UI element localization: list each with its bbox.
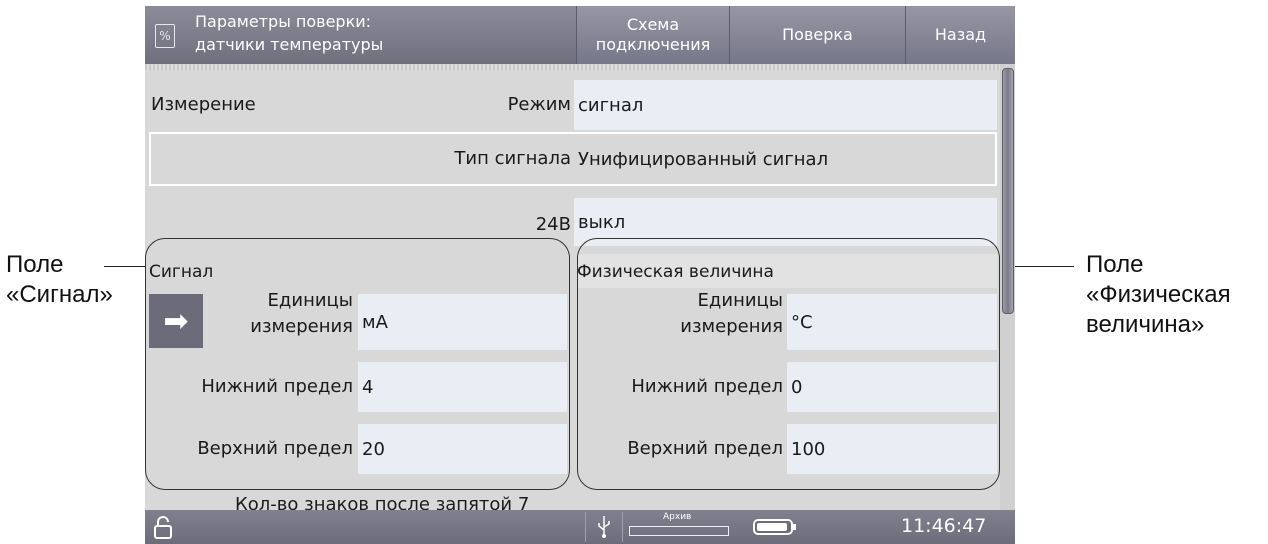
verification-button[interactable]: Поверка [729,6,905,64]
signal-units-label-line1: Единицы [267,290,353,311]
archive-label: Архив [663,512,692,522]
mode-label: Режим [507,94,571,115]
physical-units-label-line2: измерения [680,316,783,337]
signal-type-value[interactable]: Унифицированный сигнал [574,136,995,182]
power-24v-label: 24В [535,214,571,235]
settings-content: Измерение Режим сигнал Тип сигнала Унифи… [145,64,1000,515]
connection-scheme-button[interactable]: Схема подключения [576,6,729,64]
signal-type-label: Тип сигнала [454,148,571,169]
signal-lower-label: Нижний предел [201,376,353,397]
physical-lower-value[interactable]: 0 [787,362,997,412]
measurement-label: Измерение [151,94,256,115]
callout-physical-field: Поле «Физическая величина» [1086,251,1231,338]
battery-tip [793,524,796,530]
signal-lower-value[interactable]: 4 [358,362,567,412]
callout-signal-field: Поле «Сигнал» [6,251,113,308]
physical-units-label-line1: Единицы [697,290,783,311]
signal-units-label-line2: измерения [250,316,353,337]
archive-progress-bar [629,526,729,536]
clock: 11:46:47 [901,515,987,537]
right-arrow-icon[interactable]: ➡ [149,294,203,348]
physical-group-title: Физическая величина [577,262,774,282]
percent-document-icon: % [155,24,175,48]
callout-leader-left [104,266,148,267]
physical-upper-value[interactable]: 100 [787,424,997,474]
battery-level [757,523,787,531]
back-button[interactable]: Назад [905,6,1015,64]
header-bar: % Параметры поверки: датчики температуры… [145,6,1015,64]
page-title: Параметры поверки: датчики температуры [195,12,384,54]
battery-icon [753,519,793,535]
signal-upper-value[interactable]: 20 [358,424,567,474]
unlock-icon[interactable] [153,515,173,539]
usb-icon [585,512,623,542]
device-screen: % Параметры поверки: датчики температуры… [145,6,1015,544]
physical-units-value[interactable]: °C [787,294,997,350]
status-bar: Архив 11:46:47 [145,510,1015,544]
signal-units-value[interactable]: мА [358,294,567,350]
physical-lower-label: Нижний предел [631,376,783,397]
mode-value[interactable]: сигнал [574,80,997,130]
content-divider [145,64,1000,70]
physical-upper-label: Верхний предел [627,438,783,459]
signal-group-title: Сигнал [149,262,214,282]
scrollbar-thumb[interactable] [1002,68,1014,314]
signal-upper-label: Верхний предел [197,438,353,459]
